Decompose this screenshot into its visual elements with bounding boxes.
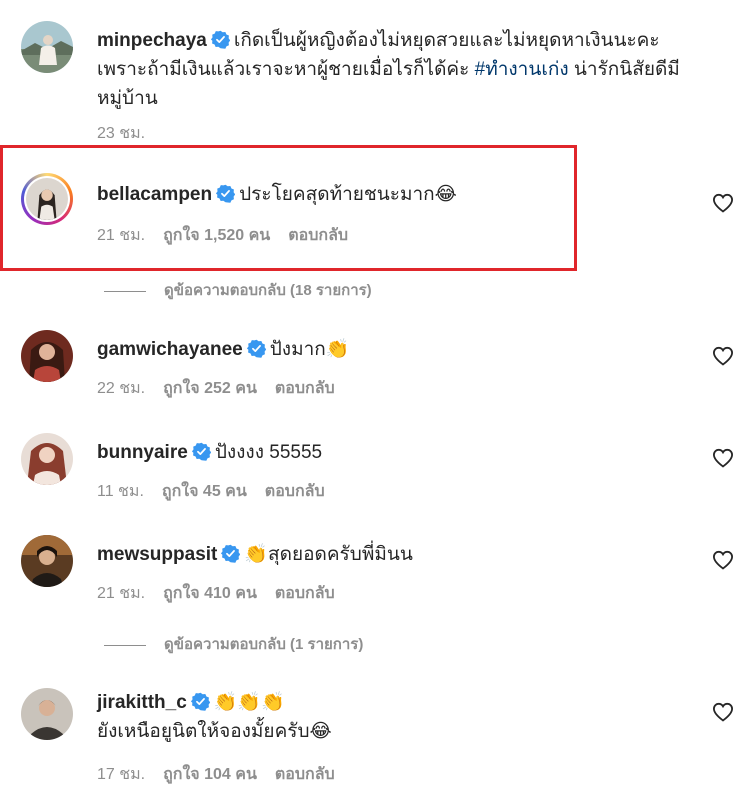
reply-button[interactable]: ตอบกลับ bbox=[288, 227, 348, 244]
view-replies-label: ดูข้อความตอบกลับ (18 รายการ) bbox=[164, 282, 372, 299]
avatar[interactable] bbox=[21, 688, 73, 740]
reply-button[interactable]: ตอบกลับ bbox=[275, 380, 335, 397]
heart-icon[interactable] bbox=[712, 193, 734, 213]
reply-button[interactable]: ตอบกลับ bbox=[265, 483, 325, 500]
likes-count[interactable]: ถูกใจ 410 คน bbox=[163, 585, 257, 602]
avatar bbox=[24, 176, 70, 222]
avatar[interactable] bbox=[21, 21, 73, 73]
comment-body: ประโยคสุดท้ายชนะมาก😂 bbox=[239, 184, 457, 205]
comment-meta: 22 ชม. ถูกใจ 252 คน ตอบกลับ bbox=[97, 376, 353, 401]
comment-body: ปังมาก👏 bbox=[269, 339, 350, 360]
verified-badge-icon bbox=[192, 442, 211, 461]
comment-body: ปังงงง 55555 bbox=[214, 442, 323, 463]
comment-meta: 17 ชม. ถูกใจ 104 คน ตอบกลับ bbox=[97, 762, 353, 787]
avatar[interactable] bbox=[21, 330, 73, 382]
username[interactable]: bellacampen bbox=[97, 184, 212, 205]
comment-text: mewsuppasit 👏สุดยอดครับพี่มินน bbox=[97, 540, 691, 569]
timestamp[interactable]: 23 ชม. bbox=[97, 125, 145, 142]
likes-count[interactable]: ถูกใจ 1,520 คน bbox=[163, 227, 270, 244]
username[interactable]: gamwichayanee bbox=[97, 339, 243, 360]
likes-count[interactable]: ถูกใจ 45 คน bbox=[162, 483, 247, 500]
comment-text: jirakitth_c 👏👏👏 ยังเหนือยูนิตให้จองมั้ยคร… bbox=[97, 688, 691, 746]
comment-meta: 11 ชม. ถูกใจ 45 คน ตอบกลับ bbox=[97, 479, 343, 504]
comment-text: gamwichayanee ปังมาก👏 bbox=[97, 335, 691, 364]
comment-meta: 21 ชม. ถูกใจ 410 คน ตอบกลับ bbox=[97, 581, 353, 606]
hashtag-link[interactable]: #ทำงานเก่ง bbox=[475, 59, 569, 80]
verified-badge-icon bbox=[211, 30, 230, 49]
avatar[interactable] bbox=[21, 433, 73, 485]
heart-icon[interactable] bbox=[712, 346, 734, 366]
comment-body-line2: ยังเหนือยูนิตให้จองมั้ยครับ😂 bbox=[97, 721, 332, 742]
heart-icon[interactable] bbox=[712, 702, 734, 722]
comment-body-line1: 👏👏👏 bbox=[213, 692, 285, 713]
verified-badge-icon bbox=[216, 184, 235, 203]
timestamp[interactable]: 21 ชม. bbox=[97, 227, 145, 244]
verified-badge-icon bbox=[221, 544, 240, 563]
verified-badge-icon bbox=[247, 339, 266, 358]
likes-count[interactable]: ถูกใจ 252 คน bbox=[163, 380, 257, 397]
view-replies-button[interactable]: ดูข้อความตอบกลับ (18 รายการ) bbox=[104, 278, 372, 302]
heart-icon[interactable] bbox=[712, 448, 734, 468]
reply-button[interactable]: ตอบกลับ bbox=[275, 585, 335, 602]
timestamp[interactable]: 11 ชม. bbox=[97, 483, 144, 500]
reply-button[interactable]: ตอบกลับ bbox=[275, 766, 335, 783]
reply-divider-line bbox=[104, 644, 146, 646]
verified-badge-icon bbox=[191, 692, 210, 711]
avatar-story-ring[interactable] bbox=[21, 173, 73, 225]
timestamp[interactable]: 22 ชม. bbox=[97, 380, 145, 397]
avatar[interactable] bbox=[21, 535, 73, 587]
comment-body: 👏สุดยอดครับพี่มินน bbox=[244, 544, 413, 565]
view-replies-button[interactable]: ดูข้อความตอบกลับ (1 รายการ) bbox=[104, 632, 363, 656]
reply-divider-line bbox=[104, 290, 146, 292]
likes-count[interactable]: ถูกใจ 104 คน bbox=[163, 766, 257, 783]
timestamp[interactable]: 17 ชม. bbox=[97, 766, 145, 783]
comment-text: bunnyaire ปังงงง 55555 bbox=[97, 438, 691, 467]
username[interactable]: mewsuppasit bbox=[97, 544, 217, 565]
timestamp[interactable]: 21 ชม. bbox=[97, 585, 145, 602]
username[interactable]: jirakitth_c bbox=[97, 692, 187, 713]
comment-text: minpechaya เกิดเป็นผู้หญิงต้องไม่หยุดสวยแ… bbox=[97, 26, 691, 113]
comment-text: bellacampen ประโยคสุดท้ายชนะมาก😂 bbox=[97, 180, 691, 209]
view-replies-label: ดูข้อความตอบกลับ (1 รายการ) bbox=[164, 636, 364, 653]
heart-icon[interactable] bbox=[712, 550, 734, 570]
username[interactable]: minpechaya bbox=[97, 30, 207, 51]
comment-meta: 23 ชม. bbox=[97, 121, 163, 146]
comment-meta: 21 ชม. ถูกใจ 1,520 คน ตอบกลับ bbox=[97, 223, 366, 248]
username[interactable]: bunnyaire bbox=[97, 442, 188, 463]
